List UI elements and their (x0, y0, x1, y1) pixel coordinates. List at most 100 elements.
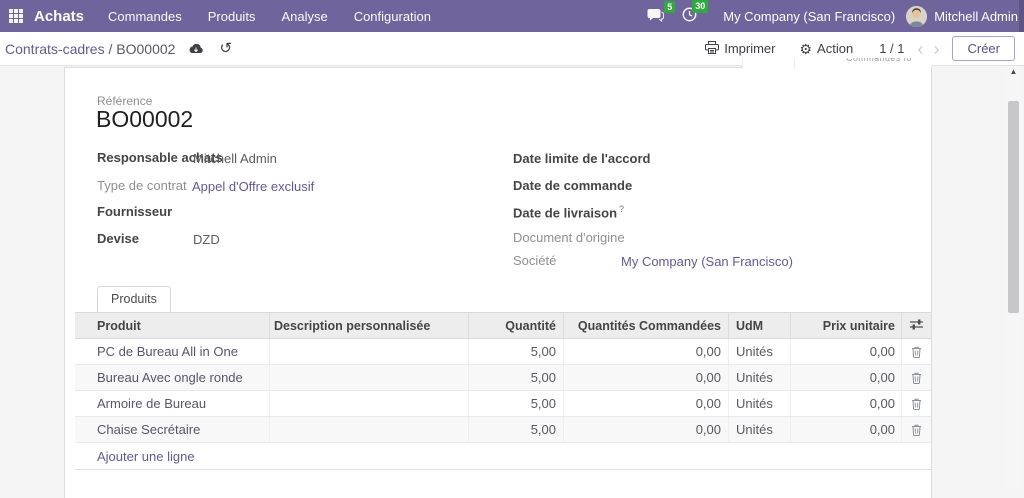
breadcrumb-contrats-cadres[interactable]: Contrats-cadres (5, 41, 105, 57)
menu-analyse[interactable]: Analyse (281, 9, 327, 24)
table-row: Bureau Avec ongle ronde 5,00 0,00 Unités… (75, 365, 931, 391)
cell-product[interactable]: Bureau Avec ongle ronde (75, 365, 269, 390)
cell-product[interactable]: Chaise Secrétaire (75, 417, 269, 442)
form-sheet: Commandes fo Référence BO00002 Responsab… (64, 67, 932, 498)
date-commande-value[interactable] (621, 179, 871, 194)
print-button[interactable]: Imprimer (705, 41, 775, 57)
activities-badge: 30 (692, 0, 708, 13)
optional-columns-button[interactable] (901, 313, 931, 338)
date-livraison-label: Date de livraison? (513, 204, 624, 220)
cell-quantite[interactable]: 5,00 (468, 417, 563, 442)
app-name-achats[interactable]: Achats (34, 8, 84, 25)
action-menu-button[interactable]: ⚙ Action (799, 41, 853, 56)
print-label: Imprimer (724, 41, 775, 56)
cell-quantites-commandees[interactable]: 0,00 (563, 417, 728, 442)
header-description[interactable]: Description personnalisée (269, 313, 468, 338)
table-row: Armoire de Bureau 5,00 0,00 Unités 0,00 (75, 391, 931, 417)
add-line-link[interactable]: Ajouter une ligne (75, 443, 931, 470)
messages-badge: 5 (664, 1, 675, 14)
date-limite-value[interactable] (621, 152, 871, 167)
table-body: PC de Bureau All in One 5,00 0,00 Unités… (75, 339, 931, 443)
table-header-row: Produit Description personnalisée Quanti… (75, 312, 931, 339)
societe-label: Société (513, 253, 556, 268)
document-origine-value[interactable] (621, 231, 871, 246)
navbar-edge-decoration (1019, 0, 1024, 32)
delete-row-trash-icon[interactable] (901, 365, 931, 390)
table-row: PC de Bureau All in One 5,00 0,00 Unités… (75, 339, 931, 365)
devise-label: Devise (97, 231, 139, 246)
smart-button-label: Commandes fo (743, 58, 931, 63)
header-quantites-commandees[interactable]: Quantités Commandées (563, 313, 728, 338)
pager-next-icon[interactable]: › (933, 40, 939, 58)
header-quantite[interactable]: Quantité (468, 313, 563, 338)
apps-menu-icon[interactable] (9, 9, 24, 24)
chat-bubble-icon (647, 8, 664, 25)
cell-description[interactable] (269, 391, 468, 416)
pager-counter: 1 / 1 (879, 41, 904, 56)
top-navbar: Achats Commandes Produits Analyse Config… (0, 0, 1024, 32)
user-menu[interactable]: Mitchell Admin (934, 9, 1018, 24)
cell-udm[interactable]: Unités (728, 417, 790, 442)
vertical-scrollbar: ▲ (1006, 65, 1021, 489)
sliders-icon (910, 319, 923, 333)
cell-prix-unitaire[interactable]: 0,00 (790, 365, 901, 390)
cell-udm[interactable]: Unités (728, 391, 790, 416)
products-table: Produit Description personnalisée Quanti… (75, 312, 931, 470)
date-livraison-value[interactable] (621, 205, 871, 220)
reference-value[interactable]: BO00002 (96, 106, 193, 133)
cell-quantite[interactable]: 5,00 (468, 339, 563, 364)
cell-description[interactable] (269, 339, 468, 364)
cell-prix-unitaire[interactable]: 0,00 (790, 391, 901, 416)
cell-udm[interactable]: Unités (728, 339, 790, 364)
header-udm[interactable]: UdM (728, 313, 790, 338)
responsable-achats-value[interactable]: Mitchell Admin (193, 151, 277, 166)
company-switcher[interactable]: My Company (San Francisco) (723, 9, 895, 24)
cell-quantite[interactable]: 5,00 (468, 365, 563, 390)
document-origine-label: Document d'origine (513, 230, 625, 245)
delete-row-trash-icon[interactable] (901, 417, 931, 442)
activities-button[interactable]: 30 (682, 7, 697, 25)
messages-button[interactable]: 5 (647, 8, 664, 25)
cell-quantites-commandees[interactable]: 0,00 (563, 339, 728, 364)
societe-value[interactable]: My Company (San Francisco) (621, 254, 793, 269)
cell-description[interactable] (269, 417, 468, 442)
main-menu: Commandes Produits Analyse Configuration (108, 9, 431, 24)
cell-prix-unitaire[interactable]: 0,00 (790, 417, 901, 442)
type-de-contrat-label: Type de contrat (97, 178, 187, 193)
cell-description[interactable] (269, 365, 468, 390)
type-de-contrat-value[interactable]: Appel d'Offre exclusif (192, 179, 314, 194)
delete-row-trash-icon[interactable] (901, 391, 931, 416)
printer-icon (705, 41, 719, 57)
menu-commandes[interactable]: Commandes (108, 9, 182, 24)
discard-undo-icon[interactable]: ↺ (219, 41, 232, 56)
header-produit[interactable]: Produit (75, 313, 269, 338)
tab-produits[interactable]: Produits (97, 286, 171, 312)
breadcrumb-current: BO00002 (116, 41, 175, 57)
delete-row-trash-icon[interactable] (901, 339, 931, 364)
clipped-smart-button[interactable]: Commandes fo (742, 58, 931, 69)
menu-produits[interactable]: Produits (208, 9, 256, 24)
cell-udm[interactable]: Unités (728, 365, 790, 390)
cell-prix-unitaire[interactable]: 0,00 (790, 339, 901, 364)
user-avatar[interactable] (906, 6, 927, 27)
save-cloud-icon[interactable] (188, 43, 204, 55)
fournisseur-label: Fournisseur (97, 204, 172, 219)
breadcrumb: Contrats-cadres / BO00002 (5, 41, 175, 57)
cell-quantites-commandees[interactable]: 0,00 (563, 391, 728, 416)
header-prix-unitaire[interactable]: Prix unitaire (790, 313, 901, 338)
cell-quantites-commandees[interactable]: 0,00 (563, 365, 728, 390)
cell-quantite[interactable]: 5,00 (468, 391, 563, 416)
cell-product[interactable]: Armoire de Bureau (75, 391, 269, 416)
table-row: Chaise Secrétaire 5,00 0,00 Unités 0,00 (75, 417, 931, 443)
cell-product[interactable]: PC de Bureau All in One (75, 339, 269, 364)
fournisseur-value[interactable] (193, 205, 473, 220)
menu-configuration[interactable]: Configuration (354, 9, 431, 24)
scrollbar-up-arrow[interactable]: ▲ (1006, 67, 1021, 76)
navbar-right: 5 30 My Company (San Francisco) Mitchell… (647, 6, 1024, 27)
smart-button-separator (794, 58, 795, 69)
pager-previous-icon[interactable]: ‹ (917, 40, 923, 58)
create-button[interactable]: Créer (952, 36, 1015, 61)
devise-value[interactable]: DZD (193, 232, 220, 247)
scrollbar-thumb[interactable] (1008, 101, 1019, 313)
breadcrumb-separator: / (105, 41, 117, 57)
